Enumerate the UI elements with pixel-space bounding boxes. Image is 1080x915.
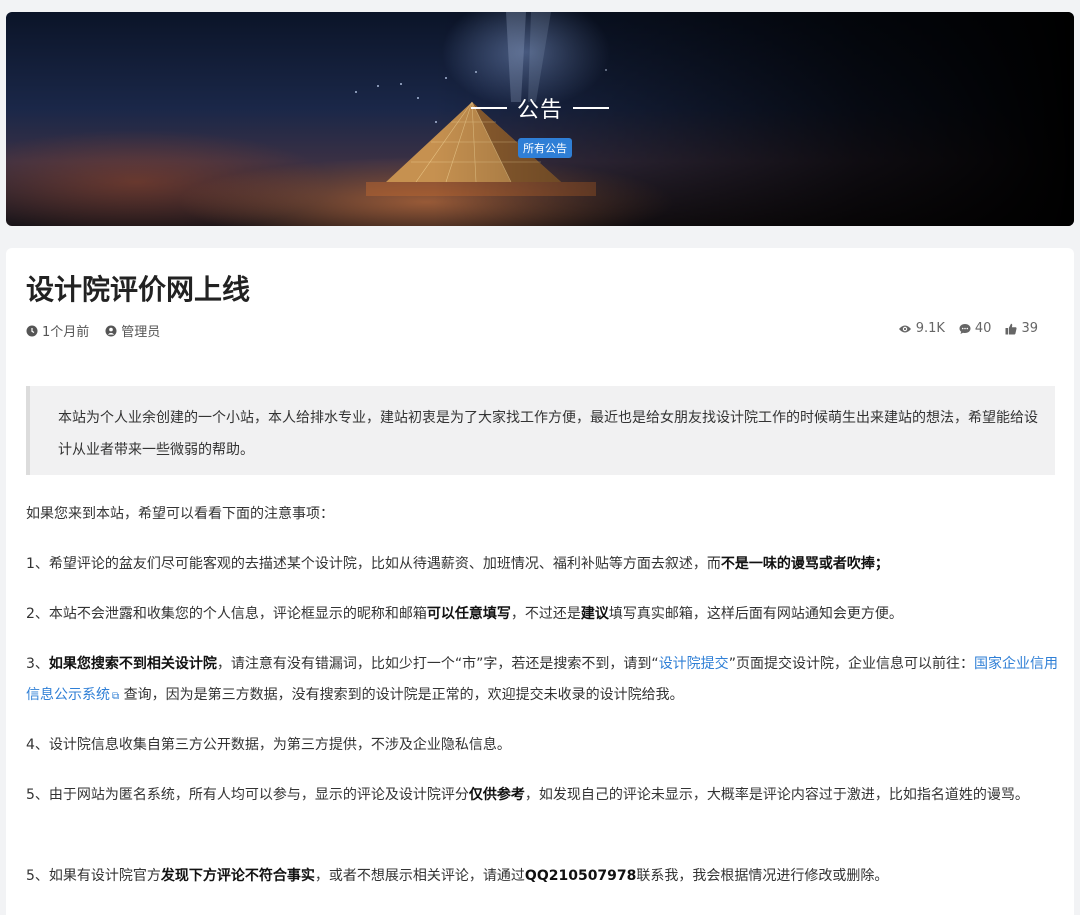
notice-item-6: 5、如果有设计院官方发现下方评论不符合事实，或者不想展示相关评论，请通过QQ21… [26, 861, 1061, 892]
page-title: 设计院评价网上线 [26, 273, 251, 306]
notice-item-3: 3、如果您搜索不到相关设计院，请注意有没有错漏词，比如少打一个“市”字，若还是搜… [26, 649, 1061, 712]
notice-item-2-bold-b: 建议 [580, 606, 609, 622]
post-author-text: 管理员 [121, 325, 161, 340]
notice-item-2-text-c: 填写真实邮箱，这样后面有网站通知会更方便。 [608, 606, 903, 622]
notice-item-5-bold: 仅供参考 [468, 787, 525, 803]
notice-item-6-bold-a: 发现下方评论不符合事实 [160, 868, 315, 884]
notice-item-6-bold-b: QQ210507978 [524, 868, 637, 884]
notice-item-3-text-b: ”页面提交设计院，企业信息可以前往： [728, 656, 974, 672]
notice-item-5: 5、由于网站为匿名系统，所有人均可以参与，显示的评论及设计院评分仅供参考，如发现… [26, 780, 1061, 811]
views-text: 9.1K [915, 321, 945, 336]
notice-item-6-text-a: 5、如果有设计院官方 [26, 868, 161, 884]
post-time: 1个月前 [26, 321, 89, 340]
notice-intro: 如果您来到本站，希望可以看看下面的注意事项： [26, 506, 334, 522]
clock-icon [26, 325, 38, 336]
notice-item-6-text-b: ，或者不想展示相关评论，请通过 [314, 868, 525, 884]
post-stats: 9.1K 40 39 [898, 321, 1038, 336]
submit-institute-link[interactable]: 设计院提交 [659, 656, 729, 672]
post-meta-left: 1个月前 管理员 [26, 321, 160, 340]
notice-item-3-num: 3、 [26, 656, 49, 672]
banner-title: 公告 [6, 92, 1074, 124]
banner-title-text: 公告 [516, 98, 563, 123]
comments-text: 40 [974, 321, 992, 336]
likes-text: 39 [1021, 321, 1038, 336]
notice-item-1-bold: 不是一味的谩骂或者吹捧； [720, 556, 889, 572]
intro-blockquote: 本站为个人业余创建的一个小站，本人给排水专业，建站初衷是为了大家找工作方便，最近… [26, 386, 1055, 475]
title-left-rule [470, 107, 507, 109]
article-card: 设计院评价网上线 1个月前 管理员 9.1K 40 39 本站为个人业余创建的一… [6, 248, 1074, 915]
title-right-rule [573, 107, 609, 109]
notice-item-2-text-b: ，不过还是 [510, 606, 581, 622]
likes-count[interactable]: 39 [1005, 321, 1038, 336]
announcement-banner: 公告 所有公告 [6, 12, 1074, 226]
category-tag[interactable]: 所有公告 [518, 138, 572, 158]
notice-item-2: 2、本站不会泄露和收集您的个人信息，评论框显示的昵称和邮箱可以任意填写，不过还是… [26, 599, 1061, 630]
post-author[interactable]: 管理员 [105, 321, 160, 340]
user-icon [105, 325, 117, 336]
notice-item-6-text-c: 联系我，我会根据情况进行修改或删除。 [636, 868, 889, 884]
notice-item-3-bold: 如果您搜索不到相关设计院 [48, 656, 217, 672]
notice-item-5-text-b: ，如发现自己的评论未显示，大概率是评论内容过于激进，比如指名道姓的谩骂。 [524, 787, 1029, 803]
notice-item-2-bold-a: 可以任意填写 [426, 606, 511, 622]
notice-item-3-text-c: 查询，因为是第三方数据，没有搜索到的设计院是正常的，欢迎提交未收录的设计院给我。 [119, 687, 684, 703]
notice-item-3-text-a: ，请注意有没有错漏词，比如少打一个“市”字，若还是搜索不到，请到“ [216, 656, 659, 672]
comments-count[interactable]: 40 [959, 321, 992, 336]
notice-item-1-text: 1、希望评论的盆友们尽可能客观的去描述某个设计院，比如从待遇薪资、加班情况、福利… [26, 556, 721, 572]
notice-item-5-text-a: 5、由于网站为匿名系统，所有人均可以参与，显示的评论及设计院评分 [26, 787, 469, 803]
views-count: 9.1K [898, 321, 945, 336]
notice-item-4: 4、设计院信息收集自第三方公开数据，为第三方提供，不涉及企业隐私信息。 [26, 737, 511, 753]
eye-icon [898, 325, 911, 332]
comment-icon [959, 323, 971, 334]
thumbs-up-icon [1005, 323, 1018, 334]
post-time-text: 1个月前 [42, 325, 90, 340]
notice-item-1: 1、希望评论的盆友们尽可能客观的去描述某个设计院，比如从待遇薪资、加班情况、福利… [26, 549, 1061, 580]
notice-item-2-text-a: 2、本站不会泄露和收集您的个人信息，评论框显示的昵称和邮箱 [26, 606, 427, 622]
